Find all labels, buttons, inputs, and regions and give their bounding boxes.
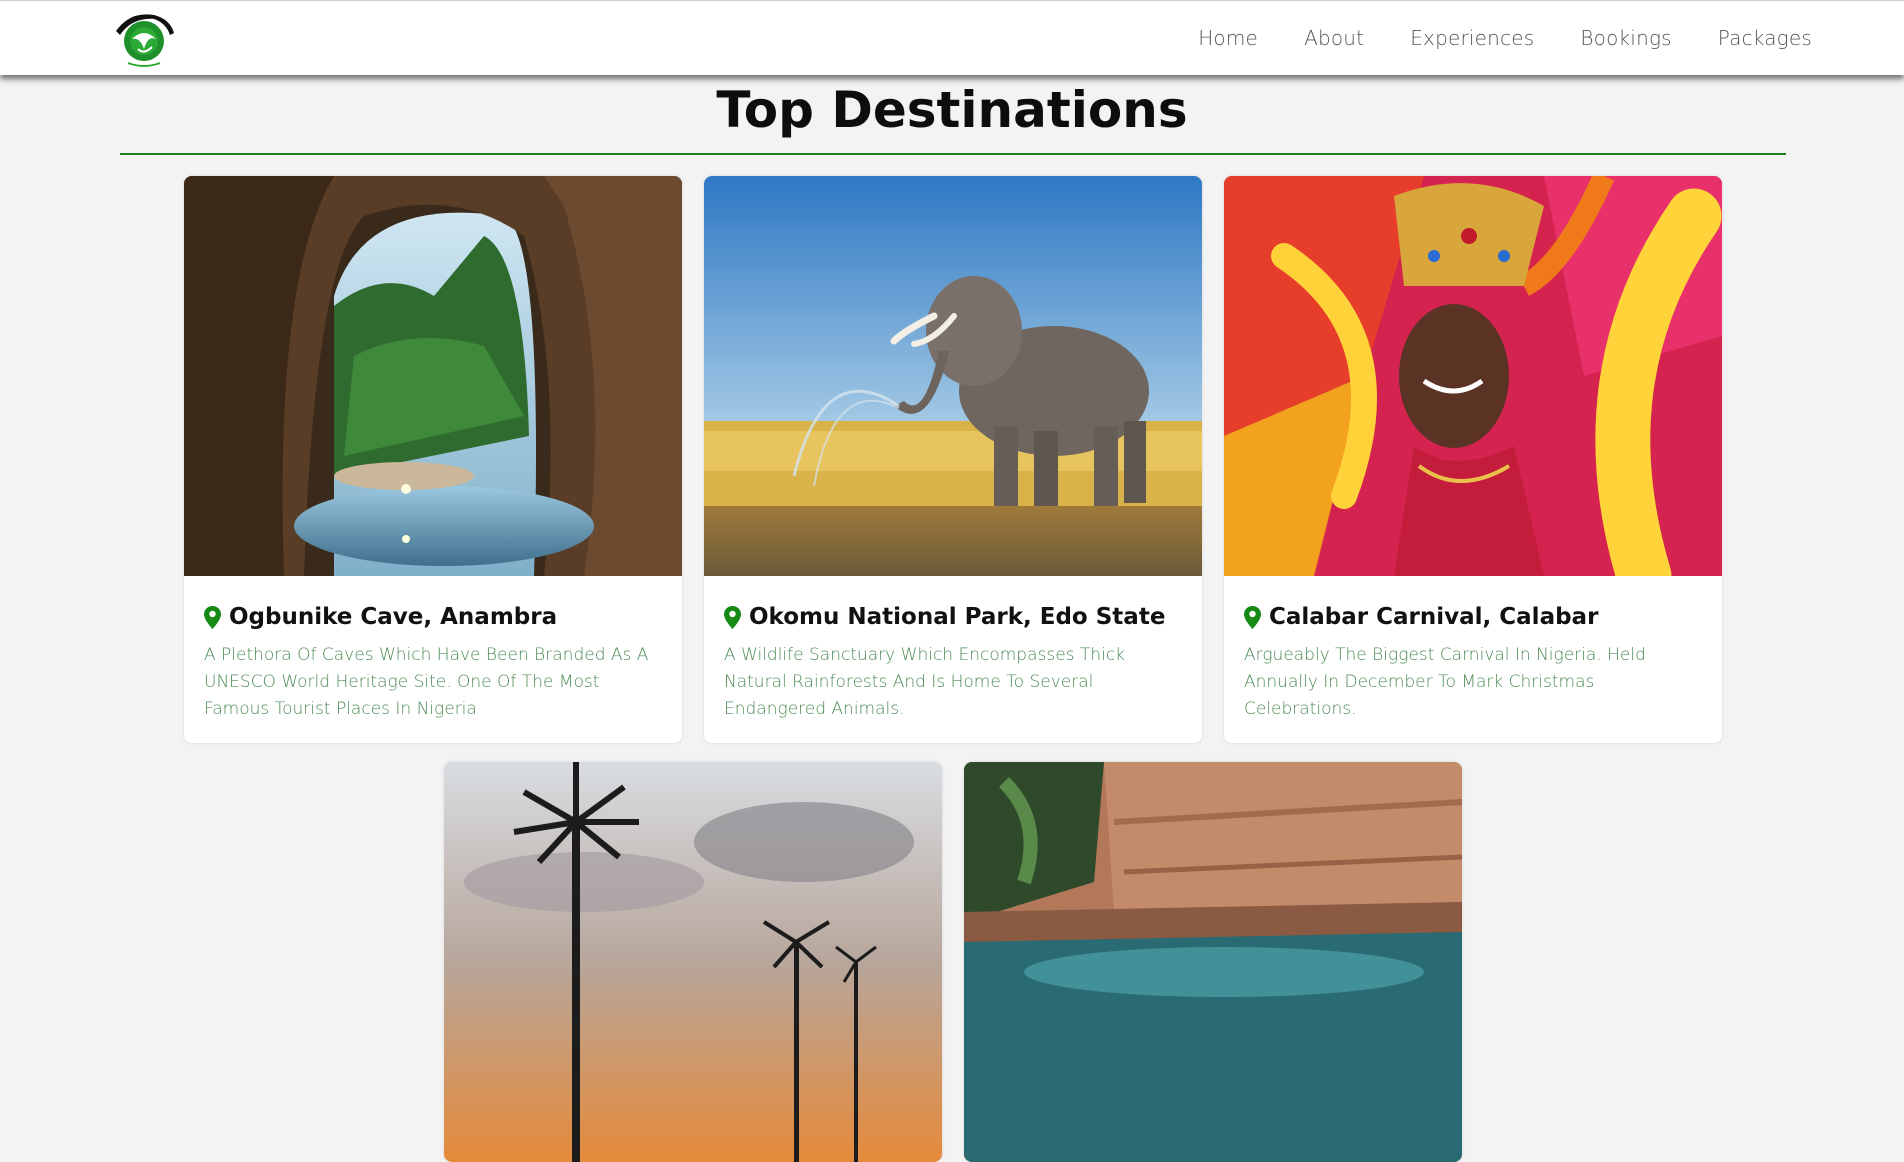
map-pin-icon bbox=[724, 605, 741, 629]
destination-card-rock-pool[interactable] bbox=[964, 762, 1462, 1162]
destination-card-calabar[interactable]: Calabar Carnival, Calabar Argueably The … bbox=[1224, 176, 1722, 743]
cave-photo bbox=[184, 176, 682, 576]
navbar: Home About Experiences Bookings Packages bbox=[0, 0, 1904, 75]
card-title: Calabar Carnival, Calabar bbox=[1244, 602, 1702, 632]
destination-title: Okomu National Park, Edo State bbox=[749, 604, 1166, 630]
section-title: Top Destinations bbox=[716, 81, 1188, 139]
card-body: Okomu National Park, Edo State A Wildlif… bbox=[704, 576, 1202, 743]
destination-card-okomu[interactable]: Okomu National Park, Edo State A Wildlif… bbox=[704, 176, 1202, 743]
card-title: Ogbunike Cave, Anambra bbox=[204, 602, 662, 632]
nav-about-link[interactable]: About bbox=[1304, 26, 1364, 50]
destination-card-palm-beach[interactable] bbox=[444, 762, 942, 1162]
map-pin-icon bbox=[204, 605, 221, 629]
card-body: Calabar Carnival, Calabar Argueably The … bbox=[1224, 576, 1722, 743]
title-divider bbox=[120, 153, 1786, 155]
nav-experiences-link[interactable]: Experiences bbox=[1410, 26, 1534, 50]
nav-bookings-link[interactable]: Bookings bbox=[1580, 26, 1671, 50]
destination-description: A Plethora Of Caves Which Have Been Bran… bbox=[204, 645, 649, 719]
destination-title: Calabar Carnival, Calabar bbox=[1269, 604, 1599, 630]
rock-pool-photo bbox=[964, 762, 1462, 1162]
destination-description: A Wildlife Sanctuary Which Encompasses T… bbox=[724, 645, 1126, 719]
destination-title: Ogbunike Cave, Anambra bbox=[229, 604, 558, 630]
elephant-photo bbox=[704, 176, 1202, 576]
carnival-photo bbox=[1224, 176, 1722, 576]
card-body: Ogbunike Cave, Anambra A Plethora Of Cav… bbox=[184, 576, 682, 743]
map-pin-icon bbox=[1244, 605, 1261, 629]
nav-home-link[interactable]: Home bbox=[1198, 26, 1258, 50]
palm-sunset-photo bbox=[444, 762, 942, 1162]
main-nav: Home About Experiences Bookings Packages bbox=[1198, 1, 1812, 75]
travel-logo-icon[interactable] bbox=[110, 9, 178, 69]
destination-description: Argueably The Biggest Carnival In Nigeri… bbox=[1244, 645, 1646, 719]
nav-packages-link[interactable]: Packages bbox=[1718, 26, 1812, 50]
card-title: Okomu National Park, Edo State bbox=[724, 602, 1182, 632]
destination-card-ogbunike[interactable]: Ogbunike Cave, Anambra A Plethora Of Cav… bbox=[184, 176, 682, 743]
